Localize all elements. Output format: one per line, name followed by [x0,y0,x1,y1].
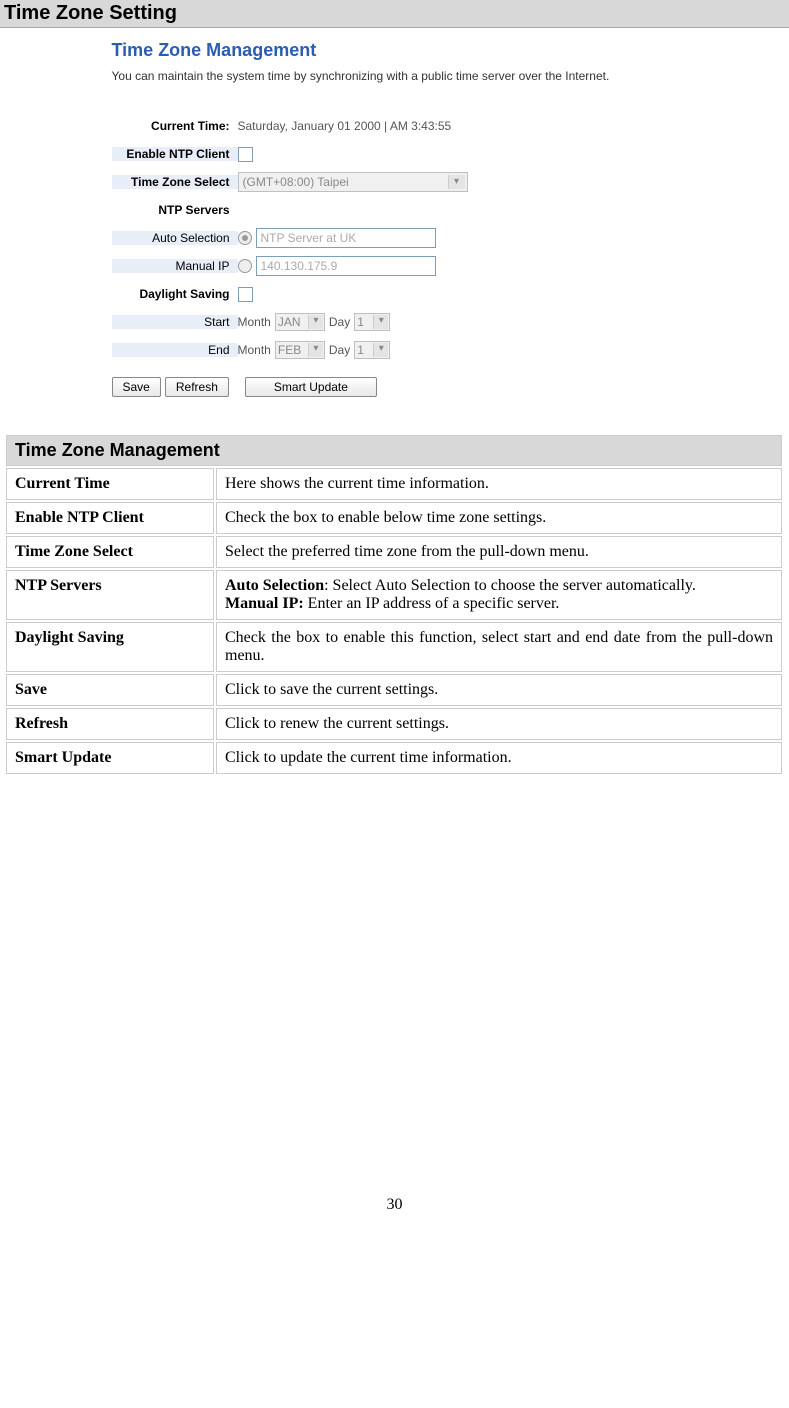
doc-val: Check the box to enable this function, s… [216,622,782,672]
doc-key: NTP Servers [6,570,214,620]
daylight-checkbox[interactable] [238,287,253,302]
tz-select-value: (GMT+08:00) Taipei [243,175,349,189]
doc-table-header: Time Zone Management [6,435,782,466]
documentation-table: Time Zone Management Current Time Here s… [4,433,784,776]
current-time-label: Current Time: [112,119,238,133]
doc-val: Click to update the current time informa… [216,742,782,774]
doc-key: Save [6,674,214,706]
day-text: Day [329,315,350,329]
screenshot-title: Time Zone Management [112,40,682,61]
start-day-select[interactable]: 1 ▾ [354,313,390,331]
save-button[interactable]: Save [112,377,161,397]
doc-val: Click to save the current settings. [216,674,782,706]
manual-ip-input[interactable]: 140.130.175.9 [256,256,436,276]
page-number: 30 [0,1196,789,1214]
end-label: End [112,343,238,357]
doc-key: Time Zone Select [6,536,214,568]
chevron-down-icon: ▾ [308,343,323,357]
doc-val: Auto Selection: Select Auto Selection to… [216,570,782,620]
screenshot-desc: You can maintain the system time by sync… [112,69,682,83]
start-label: Start [112,315,238,329]
daylight-saving-label: Daylight Saving [112,287,238,301]
doc-key: Current Time [6,468,214,500]
start-month-select[interactable]: JAN ▾ [275,313,325,331]
config-screenshot: Time Zone Management You can maintain th… [100,32,690,413]
section-header: Time Zone Setting [0,0,789,28]
tz-select-dropdown[interactable]: (GMT+08:00) Taipei ▾ [238,172,468,192]
day-text: Day [329,343,350,357]
month-text: Month [238,315,271,329]
auto-selection-input[interactable]: NTP Server at UK [256,228,436,248]
current-time-value: Saturday, January 01 2000 | AM 3:43:55 [238,119,682,133]
refresh-button[interactable]: Refresh [165,377,229,397]
doc-key: Smart Update [6,742,214,774]
doc-key: Refresh [6,708,214,740]
doc-val: Select the preferred time zone from the … [216,536,782,568]
chevron-down-icon: ▾ [373,343,388,357]
chevron-down-icon: ▾ [373,315,388,329]
end-day-select[interactable]: 1 ▾ [354,341,390,359]
manual-ip-label: Manual IP [112,259,238,273]
chevron-down-icon: ▾ [448,175,465,189]
month-text: Month [238,343,271,357]
doc-key: Daylight Saving [6,622,214,672]
auto-selection-label: Auto Selection [112,231,238,245]
enable-ntp-label: Enable NTP Client [112,147,238,161]
doc-val: Here shows the current time information. [216,468,782,500]
enable-ntp-checkbox[interactable] [238,147,253,162]
manual-ip-radio[interactable] [238,259,252,273]
chevron-down-icon: ▾ [308,315,323,329]
end-month-select[interactable]: FEB ▾ [275,341,325,359]
doc-key: Enable NTP Client [6,502,214,534]
doc-val: Check the box to enable below time zone … [216,502,782,534]
doc-val: Click to renew the current settings. [216,708,782,740]
tz-select-label: Time Zone Select [112,175,238,189]
auto-selection-radio[interactable] [238,231,252,245]
smart-update-button[interactable]: Smart Update [245,377,377,397]
ntp-servers-label: NTP Servers [112,203,238,217]
